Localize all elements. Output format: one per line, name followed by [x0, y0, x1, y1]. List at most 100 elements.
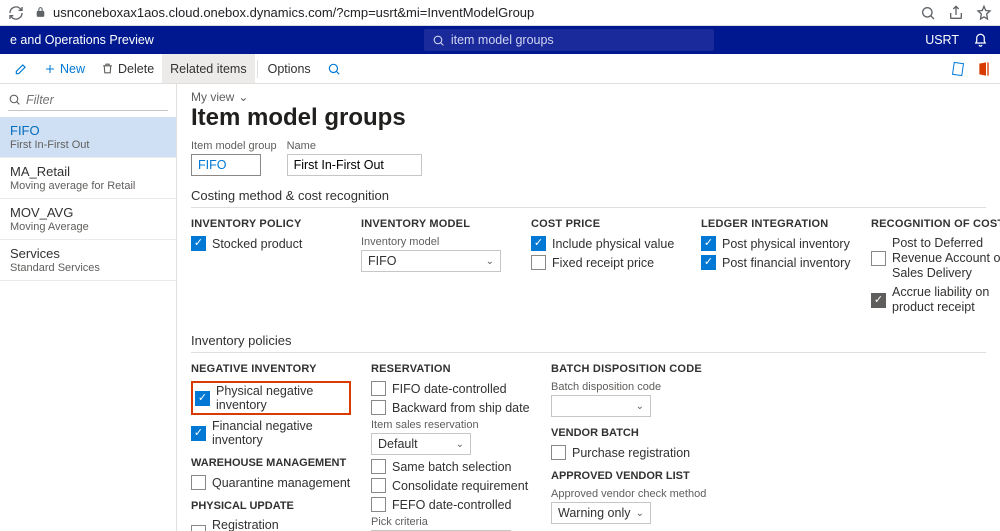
select-value: FIFO — [368, 254, 396, 268]
checkbox-fefo[interactable]: FEFO date-controlled — [371, 497, 531, 512]
inventory-model-header: INVENTORY MODEL — [361, 218, 511, 230]
address-bar[interactable]: usnconeboxax1aos.cloud.onebox.dynamics.c… — [34, 5, 910, 20]
section-costing[interactable]: Costing method & cost recognition — [191, 182, 986, 208]
avl-method-select[interactable]: Warning only⌄ — [551, 502, 651, 524]
checkbox-post-physical[interactable]: Post physical inventory — [701, 236, 851, 251]
section-inventory-policies[interactable]: Inventory policies — [191, 327, 986, 353]
view-selector[interactable]: My view ⌄ — [191, 90, 986, 104]
related-label: Related items — [170, 62, 246, 76]
sidebar-item-title: FIFO — [10, 123, 166, 138]
options-button[interactable]: Options — [260, 54, 319, 83]
item-model-group-input[interactable] — [191, 154, 261, 176]
highlight-box: Physical negative inventory — [191, 381, 351, 415]
label-sales-reservation: Item sales reservation — [371, 419, 531, 431]
label-batch-code: Batch disposition code — [551, 381, 986, 393]
chk-label: Same batch selection — [392, 460, 512, 474]
zoom-icon[interactable] — [920, 5, 936, 21]
checkbox-post-financial[interactable]: Post financial inventory — [701, 255, 851, 270]
chk-label: Post financial inventory — [722, 256, 851, 270]
chk-label: FIFO date-controlled — [392, 382, 507, 396]
sidebar-item-sub: Moving average for Retail — [10, 180, 166, 192]
name-input[interactable] — [287, 154, 422, 176]
company-label[interactable]: USRT — [925, 33, 959, 47]
chk-label: Quarantine management — [212, 476, 350, 490]
sidebar: FIFO First In-First Out MA_Retail Moving… — [0, 84, 177, 531]
delete-button[interactable]: Delete — [93, 54, 162, 83]
chk-label: Physical negative inventory — [216, 384, 347, 412]
sidebar-item-fifo[interactable]: FIFO First In-First Out — [0, 117, 176, 158]
inventory-model-select[interactable]: FIFO⌄ — [361, 250, 501, 272]
search-icon — [432, 34, 445, 47]
checkbox-include-physical[interactable]: Include physical value — [531, 236, 681, 251]
filter-input[interactable] — [8, 90, 168, 111]
checkbox-deferred-revenue[interactable]: Post to Deferred Revenue Account on Sale… — [871, 236, 1000, 281]
app-title: e and Operations Preview — [0, 33, 164, 47]
checkbox-fifo-date[interactable]: FIFO date-controlled — [371, 381, 531, 396]
chk-label: Fixed receipt price — [552, 256, 654, 270]
checkbox-accrue-liability[interactable]: Accrue liability on product receipt — [871, 285, 1000, 315]
chevron-down-icon: ⌄ — [636, 401, 644, 412]
checkbox-purchase-registration[interactable]: Purchase registration — [551, 445, 986, 460]
share-icon[interactable] — [948, 5, 964, 21]
checkbox-physical-negative[interactable]: Physical negative inventory — [195, 384, 347, 412]
sidebar-item-services[interactable]: Services Standard Services — [0, 240, 176, 281]
related-items-button[interactable]: Related items — [162, 54, 254, 83]
toolbar-search-button[interactable] — [319, 54, 349, 83]
chk-label: FEFO date-controlled — [392, 498, 512, 512]
chk-label: Include physical value — [552, 237, 674, 251]
edit-button[interactable] — [6, 54, 36, 83]
label-pick-criteria: Pick criteria — [371, 516, 531, 528]
chk-label: Stocked product — [212, 237, 302, 251]
chevron-down-icon: ⌄ — [456, 439, 464, 450]
checkbox-quarantine[interactable]: Quarantine management — [191, 475, 351, 490]
browser-bar: usnconeboxax1aos.cloud.onebox.dynamics.c… — [0, 0, 1000, 26]
options-label: Options — [268, 62, 311, 76]
app-search[interactable] — [424, 29, 714, 51]
view-label: My view — [191, 90, 234, 104]
physical-update-header: PHYSICAL UPDATE — [191, 500, 351, 512]
batch-disposition-header: BATCH DISPOSITION CODE — [551, 363, 986, 375]
sidebar-item-title: Services — [10, 246, 166, 261]
chk-label: Post to Deferred Revenue Account on Sale… — [892, 236, 1000, 281]
sidebar-item-sub: First In-First Out — [10, 139, 166, 151]
checkbox-financial-negative[interactable]: Financial negative inventory — [191, 419, 351, 447]
reload-icon[interactable] — [8, 5, 24, 21]
checkbox-fixed-receipt[interactable]: Fixed receipt price — [531, 255, 681, 270]
lock-icon — [34, 6, 47, 19]
approved-vendor-header: APPROVED VENDOR LIST — [551, 470, 986, 482]
app-search-input[interactable] — [451, 33, 706, 47]
office-icon[interactable] — [976, 61, 992, 77]
new-label: New — [60, 62, 85, 76]
sidebar-item-ma-retail[interactable]: MA_Retail Moving average for Retail — [0, 158, 176, 199]
chk-label: Consolidate requirement — [392, 479, 528, 493]
negative-inventory-header: NEGATIVE INVENTORY — [191, 363, 351, 375]
field-label: Name — [287, 140, 422, 152]
chk-label: Registration requirements — [212, 518, 351, 531]
separator — [257, 60, 258, 78]
vendor-batch-header: VENDOR BATCH — [551, 427, 986, 439]
checkbox-same-batch[interactable]: Same batch selection — [371, 459, 531, 474]
checkbox-registration-req[interactable]: Registration requirements — [191, 518, 351, 531]
batch-code-select[interactable]: ⌄ — [551, 395, 651, 417]
checkbox-backward-ship[interactable]: Backward from ship date — [371, 400, 531, 415]
recognition-cost-header: RECOGNITION OF COST — [871, 218, 1000, 230]
star-icon[interactable] — [976, 5, 992, 21]
checkbox-consolidate[interactable]: Consolidate requirement — [371, 478, 531, 493]
checkbox-stocked-product[interactable]: Stocked product — [191, 236, 341, 251]
sidebar-item-sub: Standard Services — [10, 262, 166, 274]
main-content: My view⌄ Item model groups Item model gr… — [177, 84, 1000, 531]
filter-wrap — [8, 90, 168, 111]
label-inventory-model: Inventory model — [361, 236, 511, 248]
sales-reservation-select[interactable]: Default⌄ — [371, 433, 471, 455]
action-bar: New Delete Related items Options — [0, 54, 1000, 84]
field-label: Item model group — [191, 140, 277, 152]
sidebar-item-title: MOV_AVG — [10, 205, 166, 220]
cost-price-header: COST PRICE — [531, 218, 681, 230]
sidebar-item-mov-avg[interactable]: MOV_AVG Moving Average — [0, 199, 176, 240]
filter-icon — [8, 93, 22, 107]
reservation-header: RESERVATION — [371, 363, 531, 375]
attach-icon[interactable] — [950, 61, 966, 77]
chevron-down-icon: ⌄ — [238, 90, 248, 104]
bell-icon[interactable] — [973, 33, 988, 48]
new-button[interactable]: New — [36, 54, 93, 83]
